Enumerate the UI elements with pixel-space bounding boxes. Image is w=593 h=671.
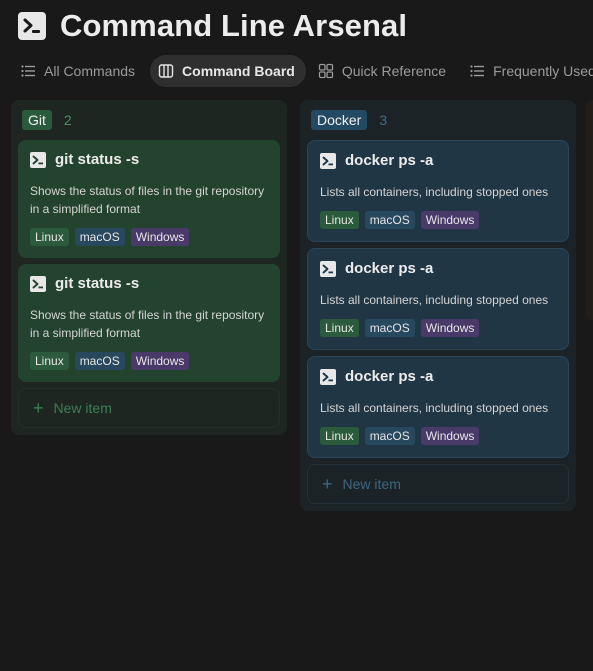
- command-card[interactable]: docker ps -a Lists all containers, inclu…: [307, 248, 569, 350]
- card-description: Shows the status of files in the git rep…: [30, 308, 265, 340]
- card-description: Lists all containers, including stopped …: [320, 293, 549, 307]
- card-title: git status -s: [55, 151, 140, 168]
- view-tabs: All Commands Command Board Quick Referen…: [12, 55, 593, 87]
- tag-macos: macOS: [364, 319, 415, 337]
- tag-windows: Windows: [130, 228, 190, 246]
- card-description: Lists all containers, including stopped …: [320, 185, 549, 199]
- page-title: Command Line Arsenal: [60, 8, 408, 43]
- column-count: 3: [379, 112, 388, 128]
- command-card[interactable]: git status -s Shows the status of files …: [18, 264, 280, 382]
- plus-icon: +: [322, 474, 333, 494]
- terminal-icon: [18, 12, 46, 40]
- command-card[interactable]: docker ps -a Lists all containers, inclu…: [307, 356, 569, 458]
- tag-list: Linux macOS Windows: [320, 211, 556, 229]
- tab-quick-reference[interactable]: Quick Reference: [310, 55, 457, 87]
- column-count: 2: [63, 112, 72, 128]
- tab-frequently-used[interactable]: Frequently Used: [461, 55, 593, 87]
- board-column-docker: Docker 3 docker ps -a Lists all containe…: [300, 100, 576, 511]
- tab-command-board[interactable]: Command Board: [150, 55, 306, 87]
- new-item-label: New item: [53, 400, 112, 416]
- list-icon: [21, 65, 35, 77]
- column-header: Docker 3: [307, 106, 569, 134]
- card-title: docker ps -a: [345, 260, 434, 277]
- tag-windows: Windows: [420, 319, 480, 337]
- tag-linux: Linux: [30, 352, 69, 370]
- tab-all-commands[interactable]: All Commands: [12, 55, 146, 87]
- kanban-board: Git 2 git status -s Shows the status of …: [11, 100, 576, 511]
- column-header: Git 2: [18, 106, 280, 134]
- tag-linux: Linux: [30, 228, 69, 246]
- tag-macos: macOS: [364, 427, 415, 445]
- board-column-offscreen: [586, 100, 593, 320]
- column-title[interactable]: Git: [22, 110, 52, 130]
- terminal-icon: [320, 368, 336, 385]
- tag-list: Linux macOS Windows: [320, 427, 556, 445]
- card-title: docker ps -a: [345, 368, 434, 385]
- tag-list: Linux macOS Windows: [30, 352, 268, 370]
- tab-label: All Commands: [44, 63, 136, 79]
- terminal-icon: [30, 275, 46, 292]
- new-item-button[interactable]: + New item: [307, 464, 569, 504]
- card-description: Shows the status of files in the git rep…: [30, 184, 265, 216]
- tag-windows: Windows: [130, 352, 190, 370]
- tag-windows: Windows: [420, 427, 480, 445]
- column-title[interactable]: Docker: [311, 110, 368, 130]
- grid-icon: [318, 63, 333, 79]
- tag-macos: macOS: [74, 352, 125, 370]
- card-title: docker ps -a: [345, 152, 434, 169]
- new-item-button[interactable]: + New item: [18, 388, 280, 428]
- command-card[interactable]: git status -s Shows the status of files …: [18, 140, 280, 258]
- terminal-icon: [30, 151, 46, 168]
- tag-list: Linux macOS Windows: [30, 228, 268, 246]
- terminal-icon: [320, 152, 336, 169]
- board-column-git: Git 2 git status -s Shows the status of …: [11, 100, 287, 435]
- terminal-icon: [320, 260, 336, 277]
- command-card[interactable]: docker ps -a Lists all containers, inclu…: [307, 140, 569, 242]
- tag-macos: macOS: [74, 228, 125, 246]
- tag-list: Linux macOS Windows: [320, 319, 556, 337]
- new-item-label: New item: [342, 476, 401, 492]
- plus-icon: +: [33, 398, 44, 418]
- list-icon: [470, 65, 485, 77]
- tag-windows: Windows: [420, 211, 480, 229]
- tab-label: Frequently Used: [493, 63, 593, 79]
- tab-label: Command Board: [182, 63, 295, 79]
- tab-label: Quick Reference: [341, 63, 447, 79]
- tag-linux: Linux: [320, 319, 359, 337]
- tag-macos: macOS: [364, 211, 415, 229]
- page-header: Command Line Arsenal: [18, 8, 407, 44]
- card-title: git status -s: [55, 275, 140, 292]
- tag-linux: Linux: [320, 427, 359, 445]
- board-icon: [158, 64, 174, 78]
- card-description: Lists all containers, including stopped …: [320, 401, 549, 415]
- tag-linux: Linux: [320, 211, 359, 229]
